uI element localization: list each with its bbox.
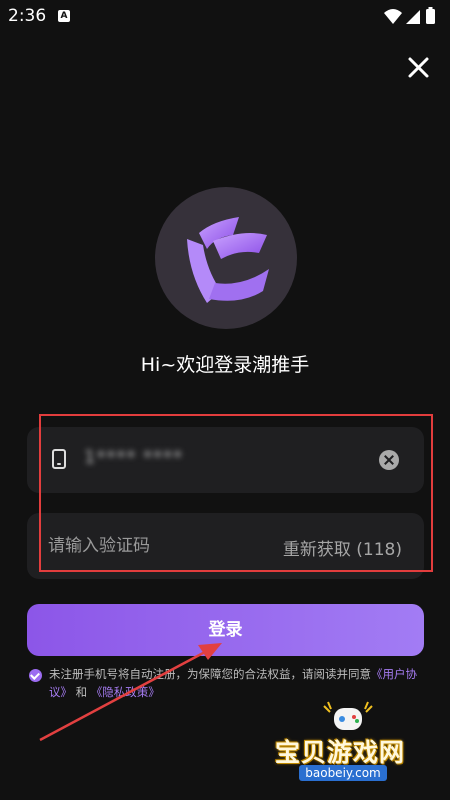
watermark-url: baobeiy.com [299,765,387,781]
arrow-annotation [39,643,222,742]
watermark-title: 宝贝游戏网 [275,738,406,767]
